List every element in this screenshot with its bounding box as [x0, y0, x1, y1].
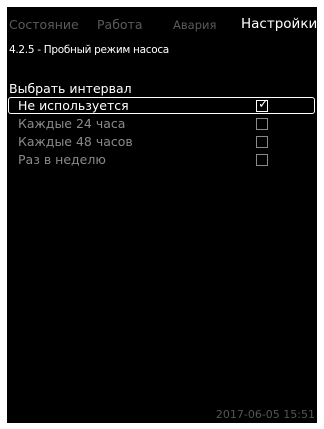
tab-operation[interactable]: Работа: [97, 17, 143, 32]
checkbox-every-48-hours[interactable]: [256, 136, 268, 148]
option-once-a-week[interactable]: Раз в неделю: [7, 151, 317, 169]
interval-options-list: Не используется ✓ Каждые 24 часа Каждые …: [7, 97, 317, 169]
datetime-display: 2017-06-05 15:51: [215, 408, 315, 421]
option-label: Каждые 48 часов: [18, 134, 133, 149]
option-not-used[interactable]: Не используется ✓: [7, 97, 317, 115]
controller-screen: Состояние Работа Авария Настройки 4.2.5 …: [7, 7, 317, 423]
option-every-24-hours[interactable]: Каждые 24 часа: [7, 115, 317, 133]
tab-bar: Состояние Работа Авария Настройки: [7, 7, 317, 35]
option-label: Раз в неделю: [18, 152, 106, 167]
tab-status[interactable]: Состояние: [9, 17, 79, 32]
page-title: 4.2.5 - Пробный режим насоса: [9, 44, 169, 56]
checkmark-icon: ✓: [258, 97, 269, 112]
section-label: Выбрать интервал: [9, 81, 132, 96]
checkbox-not-used[interactable]: ✓: [256, 97, 269, 112]
option-every-48-hours[interactable]: Каждые 48 часов: [7, 133, 317, 151]
option-label: Каждые 24 часа: [18, 116, 126, 131]
option-label: Не используется: [18, 98, 129, 113]
tab-alarm[interactable]: Авария: [173, 18, 216, 32]
tab-settings[interactable]: Настройки: [241, 16, 317, 32]
checkbox-every-24-hours[interactable]: [256, 118, 268, 130]
checkbox-once-a-week[interactable]: [256, 154, 268, 166]
